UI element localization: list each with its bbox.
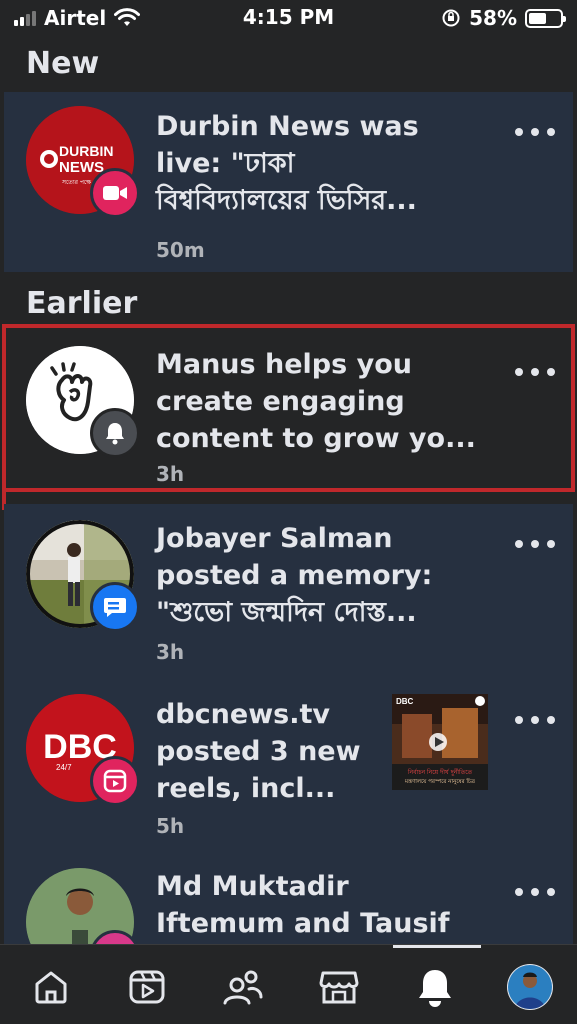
notification-line: content to grow yo... <box>156 423 476 454</box>
status-right: 58% <box>441 6 566 30</box>
notification-item[interactable]: Manus helps you create engaging content … <box>4 330 573 492</box>
status-bar: Airtel 4:15 PM 58% <box>0 0 577 36</box>
notification-item[interactable]: DURBIN NEWS সত্যের পক্ষে Durbin News was… <box>4 92 573 272</box>
badge <box>90 756 140 806</box>
section-title-new: New <box>26 46 100 81</box>
notification-item[interactable]: Jobayer Salman posted a memory: "শুভো জন… <box>4 504 573 676</box>
avatar-text-bottom: NEWS <box>59 159 104 176</box>
profile-avatar <box>507 964 553 1010</box>
notification-line: Manus helps you <box>156 349 412 380</box>
avatar-text-top: DURBIN <box>59 143 113 159</box>
notification-line: Md Muktadir <box>156 871 349 902</box>
bell-icon <box>106 423 124 445</box>
notification-line: Iftemum and Tausif <box>156 908 450 939</box>
notification-line: posted 3 new <box>156 736 361 767</box>
reels-icon <box>103 769 127 793</box>
notification-item[interactable]: Md Muktadir Iftemum and Tausif <box>4 852 573 944</box>
section-title-earlier: Earlier <box>26 286 138 321</box>
video-tab[interactable] <box>123 963 171 1011</box>
reel-thumbnail-image: DBC নির্বাচন নিয়ে দীর্ঘ দুর্নীতিতে মন্ত… <box>392 694 488 790</box>
more-options-button[interactable] <box>515 362 555 382</box>
friends-tab[interactable] <box>219 963 267 1011</box>
notification-text: dbcnews.tv posted 3 new reels, incl... <box>156 696 361 807</box>
more-options-button[interactable] <box>515 122 555 142</box>
battery-icon <box>525 8 566 28</box>
notification-line: reels, incl... <box>156 773 336 804</box>
more-options-button[interactable] <box>515 710 555 730</box>
more-options-button[interactable] <box>515 882 555 902</box>
message-icon <box>104 598 126 617</box>
notification-line: বিশ্ববিদ্যালয়ের ভিসির... <box>156 185 417 216</box>
notification-time: 3h <box>156 462 185 486</box>
active-tab-indicator <box>393 945 481 948</box>
notification-text: Md Muktadir Iftemum and Tausif <box>156 868 450 942</box>
thumb-caption: নির্বাচন নিয়ে দীর্ঘ দুর্নীতিতে <box>407 768 473 776</box>
marketplace-icon <box>319 971 359 1004</box>
thumb-logo: DBC <box>396 697 414 706</box>
friends-icon <box>223 970 263 1005</box>
notification-item[interactable]: DBC 24/7 dbcnews.tv posted 3 new reels, … <box>4 676 573 852</box>
video-camera-icon <box>103 186 127 200</box>
notification-text: Manus helps you create engaging content … <box>156 346 476 457</box>
notification-line: Durbin News was <box>156 111 419 142</box>
bell-icon <box>419 970 451 1007</box>
more-options-button[interactable] <box>515 534 555 554</box>
profile-tab[interactable] <box>506 963 554 1011</box>
notification-line: dbcnews.tv <box>156 699 330 730</box>
avatar-wrap: DBC 24/7 <box>26 694 140 806</box>
reel-thumbnail[interactable]: DBC নির্বাচন নিয়ে দীর্ঘ দুর্নীতিতে মন্ত… <box>392 694 488 790</box>
notification-line: posted a memory: <box>156 560 433 591</box>
avatar-subtext: 24/7 <box>56 763 72 772</box>
notification-text: Durbin News was live: "ঢাকা বিশ্ববিদ্যাল… <box>156 108 419 219</box>
avatar-subtext: সত্যের পক্ষে <box>61 179 91 186</box>
notification-line: create engaging <box>156 386 405 417</box>
notification-line: Jobayer Salman <box>156 523 393 554</box>
notification-line: live: "ঢাকা <box>156 148 295 179</box>
thumb-caption: মন্ত্রণালয়ে পরস্পরে নানুষের চিত্র <box>404 778 476 785</box>
bottom-tab-bar <box>0 944 577 1024</box>
notification-time: 3h <box>156 640 185 664</box>
notification-time: 5h <box>156 814 185 838</box>
battery-percent: 58% <box>469 6 517 30</box>
notification-time: 50m <box>156 238 205 262</box>
home-icon <box>35 971 67 1004</box>
notification-line: "শুভো জন্মদিন দোস্ত... <box>156 597 417 628</box>
avatar-wrap <box>26 868 140 944</box>
notifications-tab[interactable] <box>411 963 459 1011</box>
badge <box>90 408 140 458</box>
avatar-wrap <box>26 520 140 632</box>
badge <box>90 168 140 218</box>
orientation-lock-icon <box>442 9 460 27</box>
notification-text: Jobayer Salman posted a memory: "শুভো জন… <box>156 520 432 631</box>
avatar-wrap: DURBIN NEWS সত্যের পক্ষে <box>26 106 140 218</box>
marketplace-tab[interactable] <box>315 963 363 1011</box>
badge <box>90 582 140 632</box>
home-tab[interactable] <box>27 963 75 1011</box>
video-icon <box>129 970 165 1004</box>
avatar-wrap <box>26 346 140 458</box>
